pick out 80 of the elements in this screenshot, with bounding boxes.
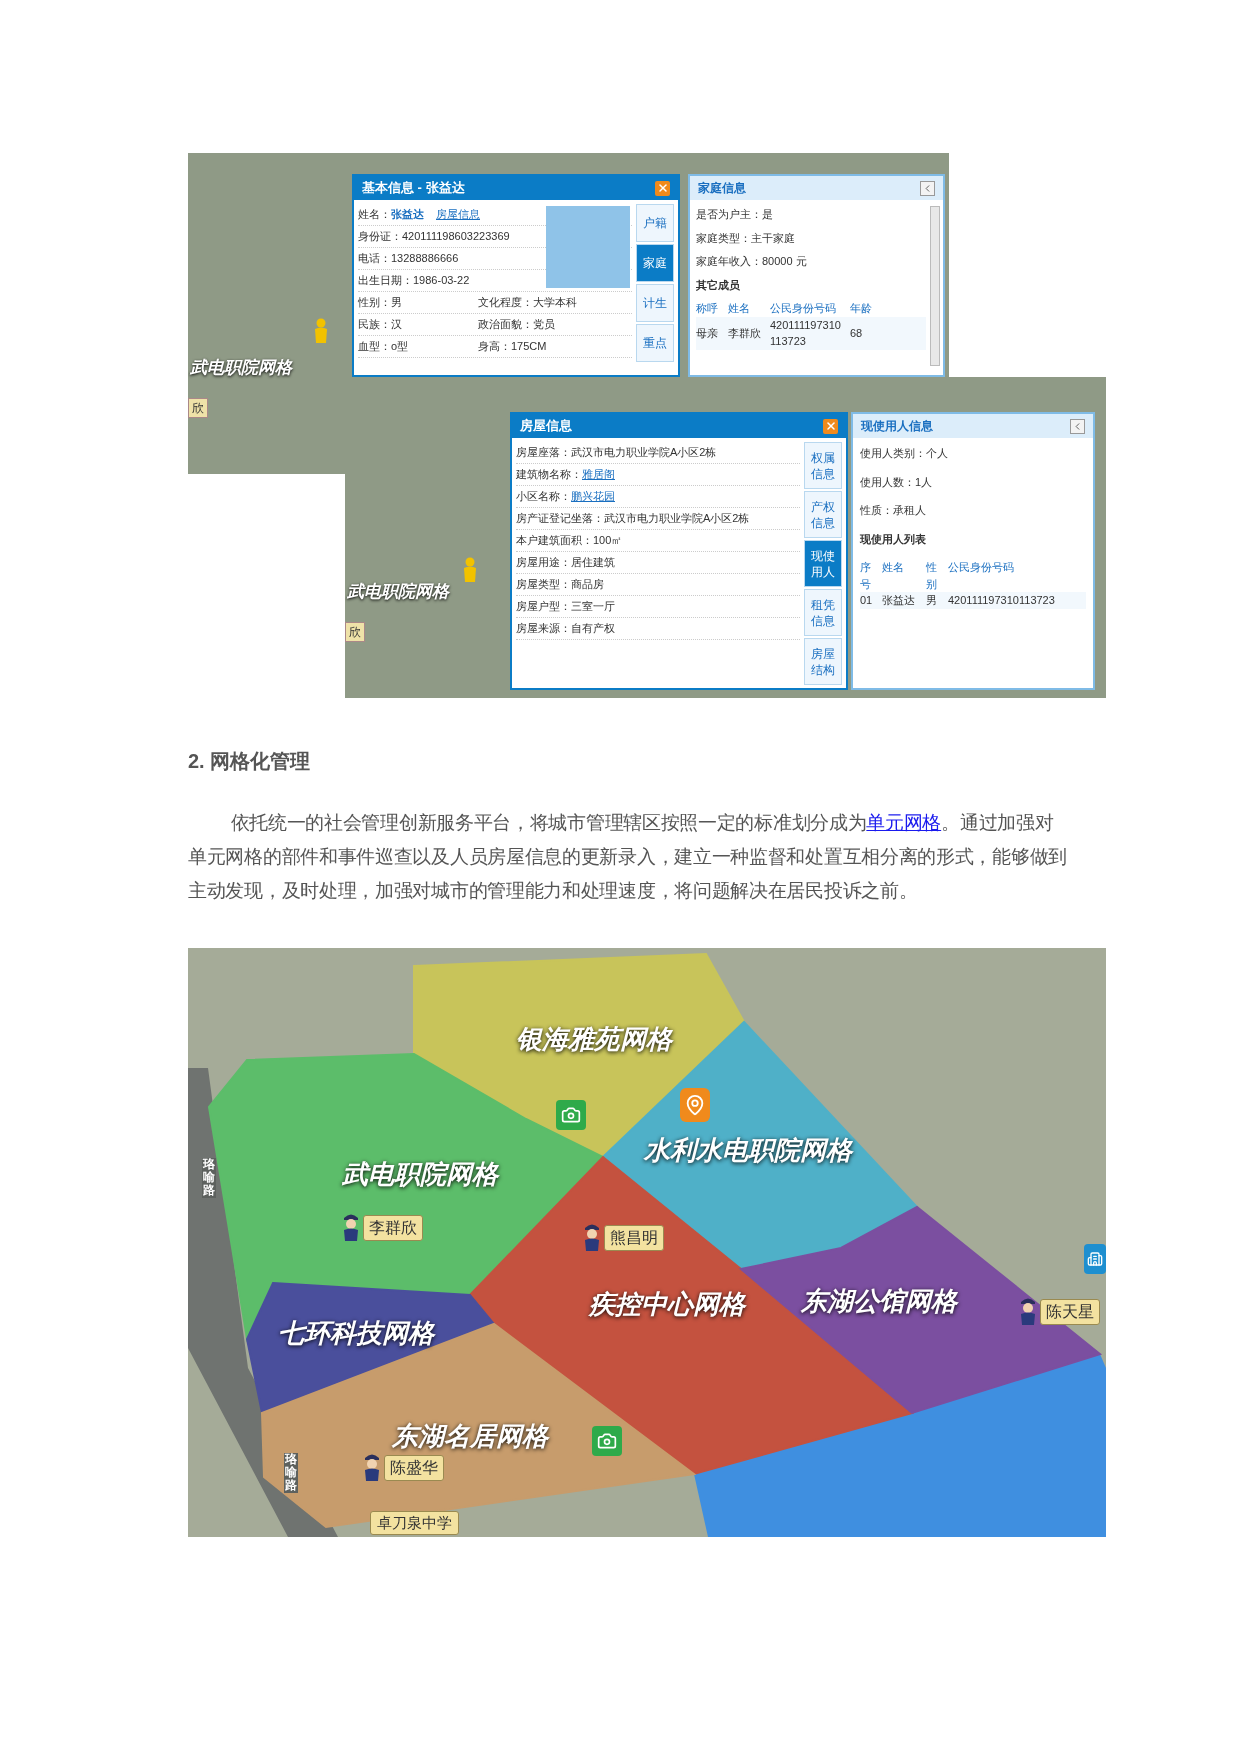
name-badge: 欣 [345, 622, 365, 642]
grid-label: 东湖名居网格 [392, 1419, 548, 1453]
field-text: 房屋座落：武汉市电力职业学院A小区2栋 [516, 445, 717, 461]
column-header: 姓名 [728, 301, 751, 316]
section-subheading: 其它成员 [696, 277, 741, 293]
field-text: 身份证：420111198603223369 [358, 230, 510, 243]
field-text: 家庭类型：主干家庭 [696, 230, 796, 246]
field-text: 政治面貌：党员 [478, 318, 555, 331]
table-cell-text: 01 [860, 593, 874, 608]
side-tab[interactable]: 房屋结构 [804, 638, 842, 685]
table-cell-text: 420111197310113723 [948, 593, 1056, 608]
side-tab[interactable]: 户籍 [636, 204, 674, 242]
grid-label: 七环科技网格 [278, 1316, 434, 1350]
panel-title: 家庭信息 [698, 180, 746, 197]
side-tab[interactable]: 产权信息 [804, 491, 842, 538]
link[interactable]: 单元网格 [866, 812, 942, 833]
link[interactable]: 雅居阁 [582, 468, 615, 481]
field-text: 房产证登记坐落：武汉市电力职业学院A小区2栋 [516, 511, 750, 527]
column-header: 公民身份号码 [770, 301, 837, 316]
field-text: 出生日期：1986-03-22 [358, 274, 470, 287]
map-label: 武电职院网格 [190, 357, 292, 379]
table-cell-text: 李群欣 [728, 325, 762, 341]
name-badge: 熊昌明 [604, 1225, 664, 1251]
table-cell-text: 母亲 [696, 325, 719, 341]
field-text: 小区名称：鹏兴花园 [516, 489, 615, 505]
panel-title: 现使用人信息 [861, 418, 933, 435]
field-text: 姓名：张益达 [358, 208, 424, 221]
column-header: 序号 [860, 560, 872, 592]
field-text: 使用人类别：个人 [860, 446, 949, 461]
grid-label: 疾控中心网格 [589, 1287, 745, 1321]
field-text: 是否为户主：是 [696, 207, 774, 222]
school-label: 卓刀泉中学 [370, 1510, 459, 1535]
side-tab[interactable]: 家庭 [636, 244, 674, 282]
field-text: 使用人数：1人 [860, 474, 934, 490]
field-text: 家庭年收入：80000 元 [696, 254, 808, 269]
field-text: 文化程度：大学本科 [478, 296, 577, 309]
field-text: 房屋来源：自有产权 [516, 621, 615, 637]
field-text: 民族：汉 [358, 318, 402, 331]
name-badge: 李群欣 [363, 1215, 423, 1241]
section-subheading: 现使用人列表 [860, 531, 927, 547]
side-tab[interactable]: 现使用人 [804, 540, 842, 587]
panel-title: 房屋信息 [520, 417, 572, 436]
grid-label: 东湖公馆网格 [801, 1284, 957, 1318]
column-header: 称呼 [696, 301, 719, 316]
column-header: 年龄 [850, 301, 873, 316]
table-cell-text: 420111197310113723 [770, 317, 842, 349]
field-text: 房屋用途：居住建筑 [516, 555, 615, 571]
table-cell-text: 68 [850, 325, 864, 341]
grid-label: 银海雅苑网格 [516, 1022, 672, 1056]
field-text: 血型：o型 [358, 340, 409, 353]
table-cell-text: 男 [926, 593, 938, 608]
table-cell-text: 张益达 [882, 593, 916, 608]
field-text: 建筑物名称：雅居阁 [516, 467, 615, 483]
road-label: 珞喻路 [202, 1158, 217, 1198]
section-heading: 2. 网格化管理 [188, 749, 312, 774]
grid-label: 武电职院网格 [342, 1157, 498, 1191]
name-badge: 欣 [188, 398, 208, 418]
panel-title: 基本信息 - 张益达 [362, 179, 465, 198]
column-header: 性别 [926, 560, 938, 592]
map-label: 武电职院网格 [347, 581, 449, 603]
column-header: 姓名 [882, 560, 905, 575]
link[interactable]: 房屋信息 [436, 208, 480, 221]
side-tab[interactable]: 计生 [636, 284, 674, 322]
name-badge: 陈天星 [1040, 1299, 1100, 1325]
field-text: 性质：承租人 [860, 503, 927, 518]
side-tab[interactable]: 权属信息 [804, 442, 842, 489]
field-text: 身高：175CM [478, 340, 547, 353]
field-text: 房屋户型：三室一厅 [516, 599, 615, 615]
field-text: 电话：13288886666 [358, 252, 459, 265]
field-text: 性别：男 [358, 296, 402, 309]
paragraph: 依托统一的社会管理创新服务平台，将城市管理辖区按照一定的标准划分成为单元网格。通过加强对单元网格的部件和事件巡查以及人员房屋信息的更新录入，建立一种监督和处置互相分离的形式，能够做到主动发现，及时处理，加强对城市的管理能力和处理速度，将问题解决在居民投诉之前。 [188, 811, 1068, 903]
name-badge: 陈盛华 [384, 1455, 444, 1481]
link[interactable]: 鹏兴花园 [571, 490, 615, 503]
side-tab[interactable]: 重点 [636, 324, 674, 362]
road-label: 珞喻路 [284, 1453, 299, 1493]
column-header: 公民身份号码 [948, 560, 1015, 575]
field-text: 本户建筑面积：100㎡ [516, 533, 623, 549]
grid-label: 水利水电职院网格 [644, 1133, 852, 1167]
side-tab[interactable]: 租凭信息 [804, 589, 842, 636]
field-text: 房屋类型：商品房 [516, 577, 604, 593]
